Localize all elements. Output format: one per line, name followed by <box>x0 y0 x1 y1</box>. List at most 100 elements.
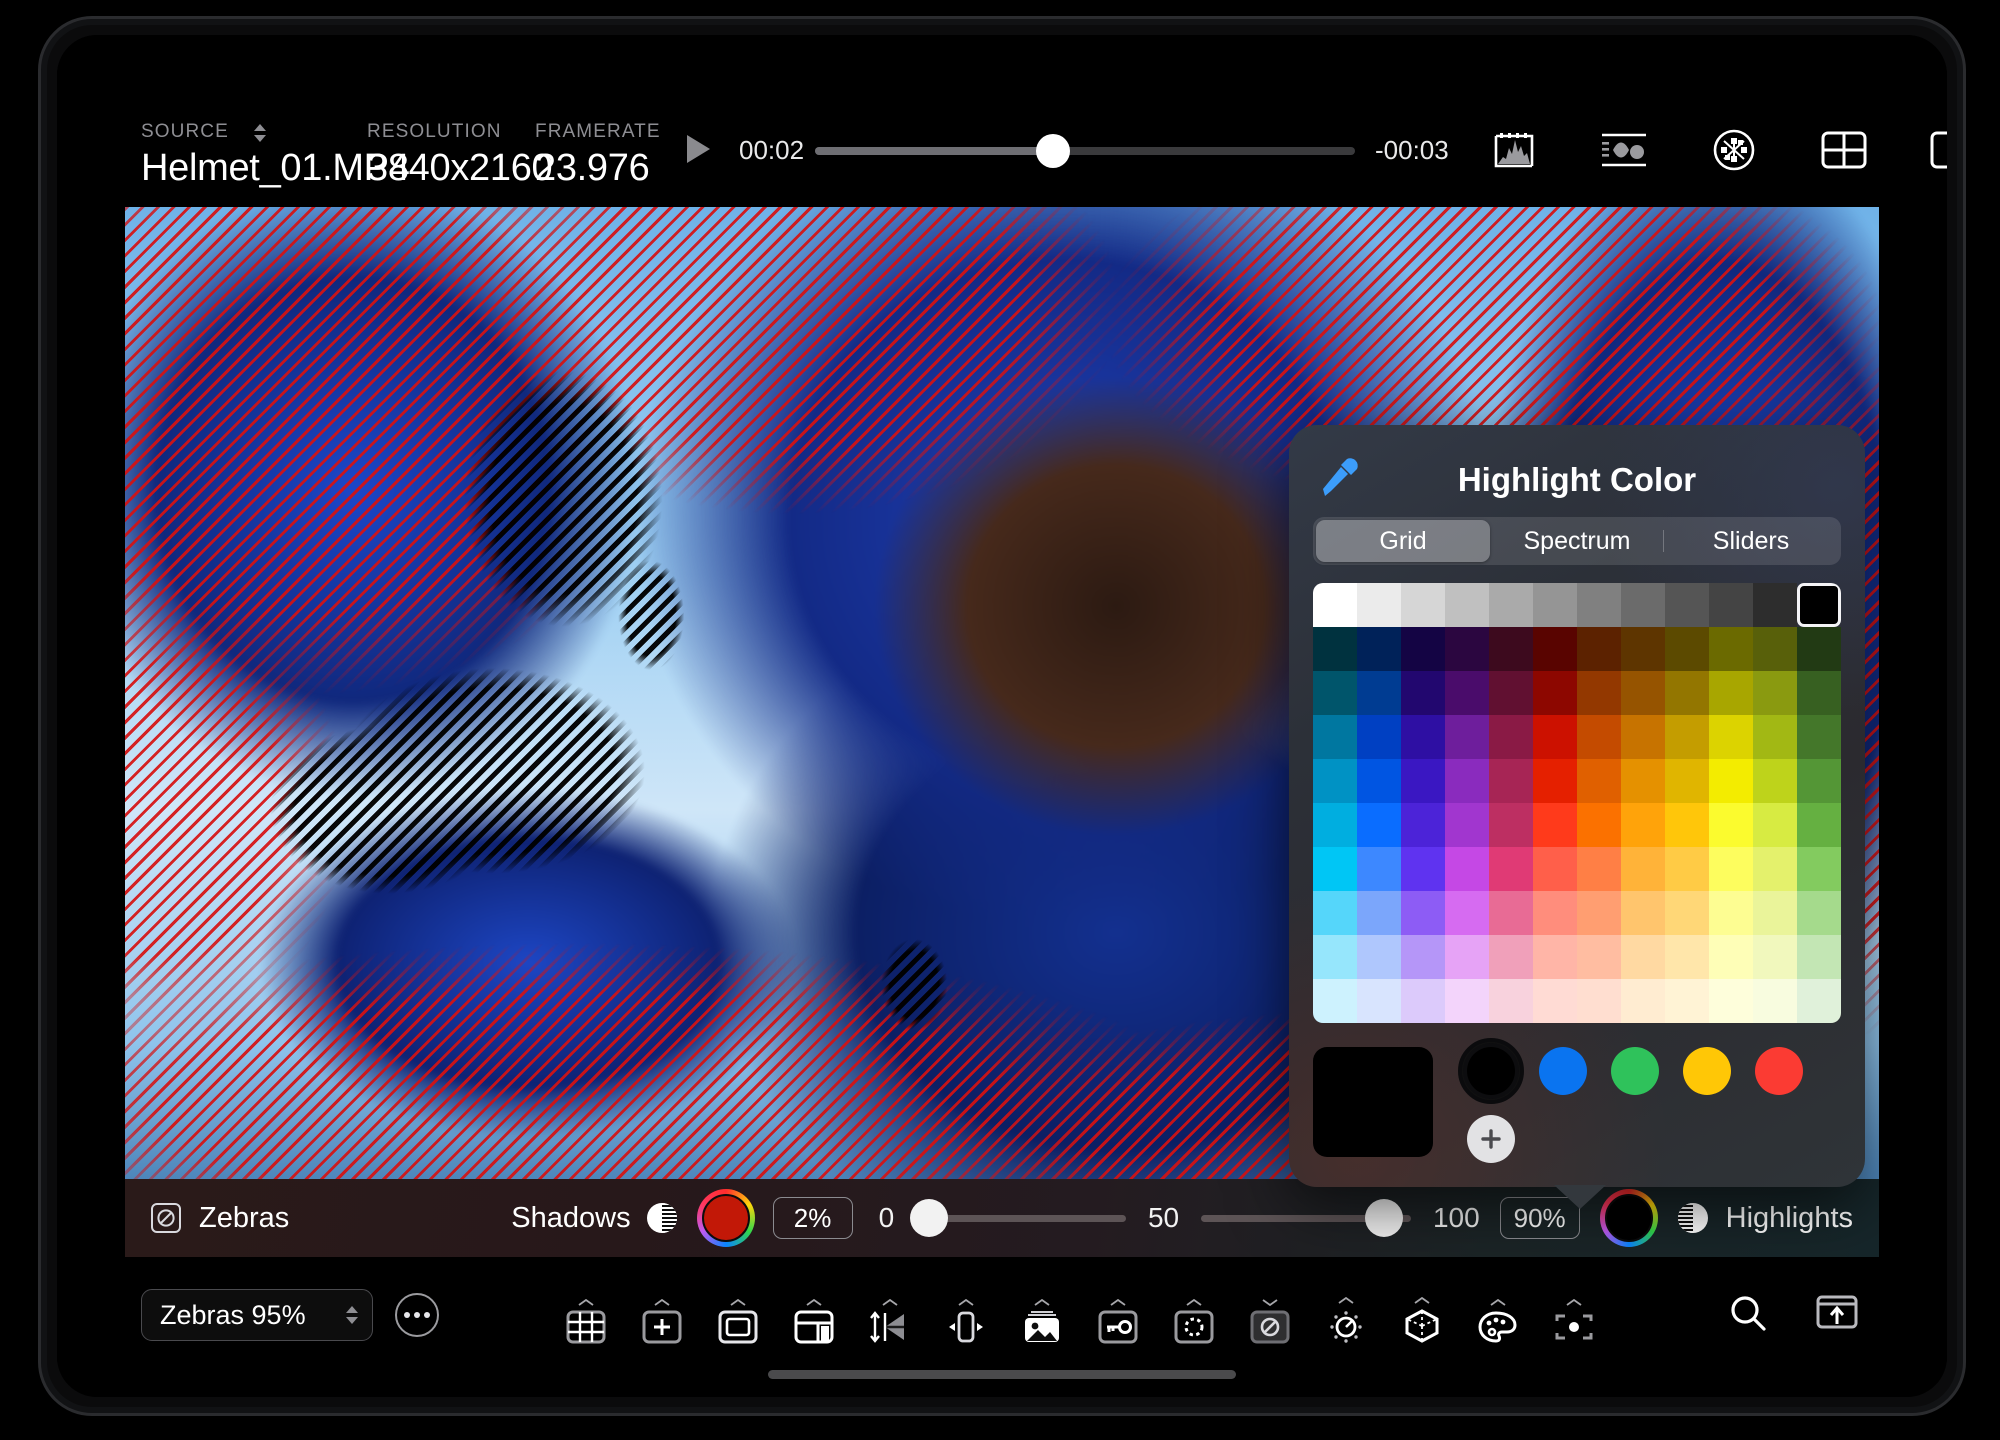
image-overlay-icon[interactable] <box>1015 1286 1069 1344</box>
color-cell[interactable] <box>1665 627 1709 671</box>
color-cell[interactable] <box>1577 671 1621 715</box>
color-cell[interactable] <box>1313 715 1357 759</box>
color-cell[interactable] <box>1445 803 1489 847</box>
scrubber-thumb[interactable] <box>1036 134 1070 168</box>
color-cell[interactable] <box>1489 891 1533 935</box>
color-cell[interactable] <box>1709 935 1753 979</box>
swatch-yellow[interactable] <box>1683 1047 1731 1095</box>
color-cell[interactable] <box>1665 671 1709 715</box>
color-cell[interactable] <box>1797 979 1841 1023</box>
color-cell[interactable] <box>1753 935 1797 979</box>
color-cell[interactable] <box>1709 627 1753 671</box>
highlight-slider-thumb[interactable] <box>1365 1199 1403 1237</box>
color-cell[interactable] <box>1533 979 1577 1023</box>
color-cell[interactable] <box>1753 671 1797 715</box>
color-cell[interactable] <box>1577 583 1621 627</box>
color-cell[interactable] <box>1533 715 1577 759</box>
zebras-icon[interactable] <box>1243 1286 1297 1344</box>
color-cell[interactable] <box>1357 715 1401 759</box>
color-cell[interactable] <box>1357 935 1401 979</box>
shadow-slider-thumb[interactable] <box>910 1199 948 1237</box>
color-cell[interactable] <box>1313 627 1357 671</box>
color-cell[interactable] <box>1665 979 1709 1023</box>
color-cell[interactable] <box>1445 627 1489 671</box>
color-cell[interactable] <box>1313 759 1357 803</box>
waveform-icon[interactable] <box>1597 123 1651 177</box>
color-cell[interactable] <box>1489 847 1533 891</box>
color-cell[interactable] <box>1489 979 1533 1023</box>
color-cell[interactable] <box>1665 891 1709 935</box>
color-cell[interactable] <box>1797 891 1841 935</box>
color-cell[interactable] <box>1577 891 1621 935</box>
key-icon[interactable] <box>1091 1286 1145 1344</box>
color-cell[interactable] <box>1401 935 1445 979</box>
color-cell[interactable] <box>1709 715 1753 759</box>
color-cell[interactable] <box>1577 803 1621 847</box>
color-cell[interactable] <box>1401 583 1445 627</box>
color-cell[interactable] <box>1621 583 1665 627</box>
color-cell[interactable] <box>1489 715 1533 759</box>
color-cell[interactable] <box>1753 715 1797 759</box>
color-cell[interactable] <box>1401 715 1445 759</box>
color-cell[interactable] <box>1709 671 1753 715</box>
color-cell[interactable] <box>1313 979 1357 1023</box>
color-cell[interactable] <box>1753 583 1797 627</box>
swatch-black[interactable] <box>1467 1047 1515 1095</box>
tab-spectrum[interactable]: Spectrum <box>1490 520 1664 562</box>
color-cell[interactable] <box>1357 891 1401 935</box>
color-cell[interactable] <box>1753 627 1797 671</box>
focus-peaking-icon[interactable] <box>1167 1286 1221 1344</box>
color-cell[interactable] <box>1489 671 1533 715</box>
color-cell[interactable] <box>1489 759 1533 803</box>
lut-cube-icon[interactable] <box>1395 1286 1449 1344</box>
color-cell[interactable] <box>1621 627 1665 671</box>
color-cell[interactable] <box>1313 847 1357 891</box>
color-cell[interactable] <box>1313 583 1357 627</box>
color-cell[interactable] <box>1445 715 1489 759</box>
color-cell[interactable] <box>1401 627 1445 671</box>
color-cell[interactable] <box>1621 803 1665 847</box>
color-cell[interactable] <box>1577 847 1621 891</box>
color-cell[interactable] <box>1665 803 1709 847</box>
color-cell[interactable] <box>1357 671 1401 715</box>
color-cell[interactable] <box>1533 847 1577 891</box>
exposure-meter-icon[interactable] <box>1547 1286 1601 1344</box>
color-cell[interactable] <box>1357 979 1401 1023</box>
color-cell[interactable] <box>1445 847 1489 891</box>
color-cell[interactable] <box>1797 803 1841 847</box>
swatch-green[interactable] <box>1611 1047 1659 1095</box>
color-cell[interactable] <box>1797 935 1841 979</box>
color-cell[interactable] <box>1357 759 1401 803</box>
color-cell[interactable] <box>1313 935 1357 979</box>
color-cell[interactable] <box>1489 583 1533 627</box>
color-cell[interactable] <box>1709 847 1753 891</box>
color-cell[interactable] <box>1401 671 1445 715</box>
color-cell[interactable] <box>1489 627 1533 671</box>
shadows-color-well[interactable] <box>697 1189 755 1247</box>
center-marker-icon[interactable] <box>635 1286 689 1344</box>
color-cell[interactable] <box>1533 759 1577 803</box>
color-cell[interactable] <box>1489 935 1533 979</box>
color-cell[interactable] <box>1357 803 1401 847</box>
color-cell[interactable] <box>1489 803 1533 847</box>
play-button[interactable] <box>687 135 710 163</box>
color-cell[interactable] <box>1577 715 1621 759</box>
tab-grid[interactable]: Grid <box>1316 520 1490 562</box>
anamorphic-desqueeze-icon[interactable] <box>863 1286 917 1344</box>
color-cell[interactable] <box>1445 583 1489 627</box>
histogram-icon[interactable] <box>1487 123 1541 177</box>
color-cell[interactable] <box>1621 979 1665 1023</box>
color-cell[interactable] <box>1665 935 1709 979</box>
color-cell[interactable] <box>1533 583 1577 627</box>
color-cell[interactable] <box>1357 847 1401 891</box>
color-cell[interactable] <box>1797 759 1841 803</box>
color-cell[interactable] <box>1401 891 1445 935</box>
zebras-toggle[interactable]: Zebras <box>151 1202 289 1235</box>
highlights-color-well[interactable] <box>1600 1189 1658 1247</box>
color-cell[interactable] <box>1401 979 1445 1023</box>
grid-overlay-icon[interactable] <box>559 1286 613 1344</box>
color-cell[interactable] <box>1533 935 1577 979</box>
color-cell[interactable] <box>1709 583 1753 627</box>
color-cell[interactable] <box>1621 671 1665 715</box>
color-cell[interactable] <box>1445 935 1489 979</box>
